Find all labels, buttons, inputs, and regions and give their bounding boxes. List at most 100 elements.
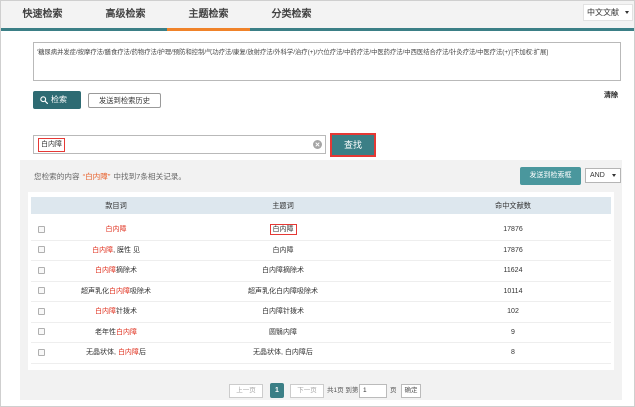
entry-term-match: 白内障 [109,287,130,295]
row-select-cell [31,343,51,363]
page-unit-text: 页 [390,387,397,394]
table-body: 白内障 白内障 17876 白内障, 膜性 见 白内障 17876 白内障摘除术… [31,220,611,364]
total-pages-text: 共1页 到第 [327,387,359,394]
subject-term-link[interactable]: 白内障 [273,247,294,254]
prev-page-button[interactable]: 上一页 [229,384,263,398]
subject-term-link[interactable]: 白内障 [269,224,297,235]
entry-term-suffix: 针拨术 [116,308,137,315]
subject-term-cell: 超声乳化白内障吸除术 [181,282,385,302]
entry-term-match: 白内障 [95,267,116,274]
table-row: 白内障 白内障 17876 [31,220,611,241]
subject-term-link[interactable]: 圆翳内障 [269,329,297,336]
search-mode-tabs: 快速检索 高级检索 主题检索 分类检索 中文文献 [1,1,634,31]
entry-term-prefix: 无晶状体, [86,349,118,356]
entry-term-match: 白内障 [105,226,127,233]
current-page-button[interactable]: 1 [270,383,284,398]
hit-count: 17876 [503,246,523,254]
send-to-history-button[interactable]: 发送到检索历史 [88,93,161,108]
subject-term-cell: 白内障 [181,241,385,261]
subject-term-link[interactable]: 超声乳化白内障吸除术 [248,288,318,295]
boolean-operator-value: AND [590,172,605,179]
entry-term-match: 白内障 [92,246,114,254]
tab-subject-search[interactable]: 主题检索 [167,1,250,31]
hit-count-cell: 17876 [385,241,611,261]
search-button-label: 检索 [51,95,67,104]
next-page-button[interactable]: 下一页 [290,384,324,398]
clear-link[interactable]: 清除 [604,91,618,101]
row-checkbox[interactable] [37,348,45,356]
subject-term-cell: 圆翳内障 [181,323,385,343]
hit-count: 9 [511,328,515,336]
database-select[interactable]: 中文文献 [583,4,633,21]
subject-term-link[interactable]: 无晶状体, 白内障后 [253,349,313,356]
tab-category-search[interactable]: 分类检索 [250,1,333,28]
summary-term: “白内障” [82,172,111,181]
table-row: 老年性白内障 圆翳内障 9 [31,323,611,343]
entry-term-suffix: 后 [138,349,146,356]
summary-suffix: 中找到7条相关记录。 [113,172,186,181]
table-header: 款目词 主题词 命中文献数 [31,197,611,214]
row-select-cell [31,220,51,240]
row-checkbox[interactable] [37,307,45,315]
subject-term-link[interactable]: 白内障摘除术 [262,267,304,274]
lookup-button[interactable]: 查找 [330,133,376,157]
entry-term-cell: 白内障针拨术 [51,302,181,322]
subject-term-cell: 白内障针拨术 [181,302,385,322]
subject-search-page: 快速检索 高级检索 主题检索 分类检索 中文文献 '糖尿病并发症/按摩疗法/膳食… [0,0,635,407]
entry-term-cell: 白内障 [51,220,181,240]
row-checkbox[interactable] [37,266,45,274]
search-icon [40,96,48,104]
goto-page-input[interactable]: 1 [359,384,387,398]
table-row: 白内障, 膜性 见 白内障 17876 [31,241,611,261]
entry-term-cell: 老年性白内障 [51,323,181,343]
entry-term-cell: 白内障, 膜性 见 [51,241,181,261]
hit-count-cell: 9 [385,323,611,343]
header-entry-term: 款目词 [105,201,127,210]
header-subject-term: 主题词 [272,201,294,210]
row-checkbox[interactable] [37,287,45,295]
subject-term-cell: 白内障摘除术 [181,261,385,281]
entry-term-suffix: 摘除术 [116,267,137,274]
entry-term-cell: 白内障摘除术 [51,261,181,281]
search-query-textarea[interactable]: '糖尿病并发症/按摩疗法/膳食疗法/药物疗法/护理/预防和控制/气功疗法/康复/… [33,42,621,81]
database-select-value: 中文文献 [587,8,619,17]
goto-page-confirm-button[interactable]: 确定 [401,384,421,398]
hit-count-cell: 17876 [385,220,611,240]
send-to-search-box-button[interactable]: 发送到检索框 [520,167,581,185]
entry-term-match: 白内障 [95,308,116,315]
hit-count-cell: 11624 [385,261,611,281]
entry-term-match: 白内障 [117,349,139,356]
caret-down-icon [625,11,629,14]
hit-count: 17876 [503,226,523,233]
entry-term-prefix: 超声乳化 [81,287,109,295]
hit-count-cell: 102 [385,302,611,322]
row-select-cell [31,302,51,322]
entry-term-prefix: 老年性 [95,328,116,336]
subject-lookup-value: 白内障 [38,138,65,152]
row-select-cell [31,323,51,343]
entry-term-cell: 超声乳化白内障吸除术 [51,282,181,302]
hit-count: 10114 [503,287,523,295]
results-summary: 您检索的内容 “白内障” 中找到7条相关记录。 [34,172,186,182]
entry-term-suffix: , 膜性 见 [113,246,140,254]
table-row: 白内障摘除术 白内障摘除术 11624 [31,261,611,282]
subject-lookup-input[interactable]: 白内障 [33,135,326,154]
tab-quick-search[interactable]: 快速检索 [1,1,84,28]
row-checkbox[interactable] [37,246,45,254]
subject-term-link[interactable]: 白内障针拨术 [262,308,304,315]
row-checkbox[interactable] [37,225,45,233]
row-checkbox[interactable] [37,328,45,336]
hit-count: 8 [511,349,515,356]
subject-term-cell: 白内障 [181,220,385,240]
header-select-cell [31,197,51,214]
subject-term-cell: 无晶状体, 白内障后 [181,343,385,363]
boolean-operator-select[interactable]: AND [585,168,621,183]
hit-count: 11624 [503,267,523,274]
search-button[interactable]: 检索 [33,91,81,109]
hit-count: 102 [507,308,519,315]
tab-advanced-search[interactable]: 高级检索 [84,1,167,28]
table-row: 无晶状体, 白内障后 无晶状体, 白内障后 8 [31,343,611,364]
hit-count-cell: 10114 [385,282,611,302]
clear-circle-icon[interactable] [313,140,322,149]
table-row: 超声乳化白内障吸除术 超声乳化白内障吸除术 10114 [31,282,611,302]
